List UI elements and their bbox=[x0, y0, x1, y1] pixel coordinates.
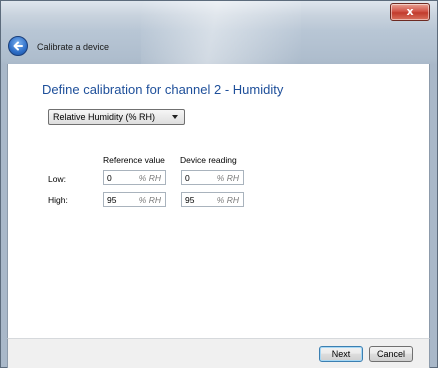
back-button[interactable] bbox=[8, 36, 28, 56]
low-device-input[interactable]: 0 % RH bbox=[181, 170, 244, 185]
device-reading-header: Device reading bbox=[180, 155, 237, 165]
high-reference-value: 95 bbox=[107, 195, 117, 205]
back-arrow-icon bbox=[13, 41, 23, 51]
high-reference-unit: % RH bbox=[138, 195, 161, 205]
low-reference-input[interactable]: 0 % RH bbox=[103, 170, 166, 185]
row-label-low: Low: bbox=[48, 174, 66, 184]
low-device-unit: % RH bbox=[216, 173, 239, 183]
low-reference-unit: % RH bbox=[138, 173, 161, 183]
row-label-high: High: bbox=[48, 195, 68, 205]
reference-value-header: Reference value bbox=[103, 155, 165, 165]
unit-select-value: Relative Humidity (% RH) bbox=[53, 112, 156, 122]
close-button[interactable]: x bbox=[390, 3, 430, 21]
window-title: Calibrate a device bbox=[37, 42, 110, 52]
low-reference-value: 0 bbox=[107, 173, 112, 183]
cancel-button[interactable]: Cancel bbox=[369, 346, 413, 362]
chevron-down-icon bbox=[172, 115, 178, 119]
high-device-value: 95 bbox=[185, 195, 195, 205]
high-device-input[interactable]: 95 % RH bbox=[181, 192, 244, 207]
low-device-value: 0 bbox=[185, 173, 190, 183]
page-heading: Define calibration for channel 2 - Humid… bbox=[42, 82, 284, 97]
footer-bar bbox=[7, 338, 430, 368]
next-button[interactable]: Next bbox=[319, 346, 363, 362]
high-reference-input[interactable]: 95 % RH bbox=[103, 192, 166, 207]
unit-select[interactable]: Relative Humidity (% RH) bbox=[48, 109, 185, 125]
high-device-unit: % RH bbox=[216, 195, 239, 205]
close-icon: x bbox=[406, 5, 414, 18]
